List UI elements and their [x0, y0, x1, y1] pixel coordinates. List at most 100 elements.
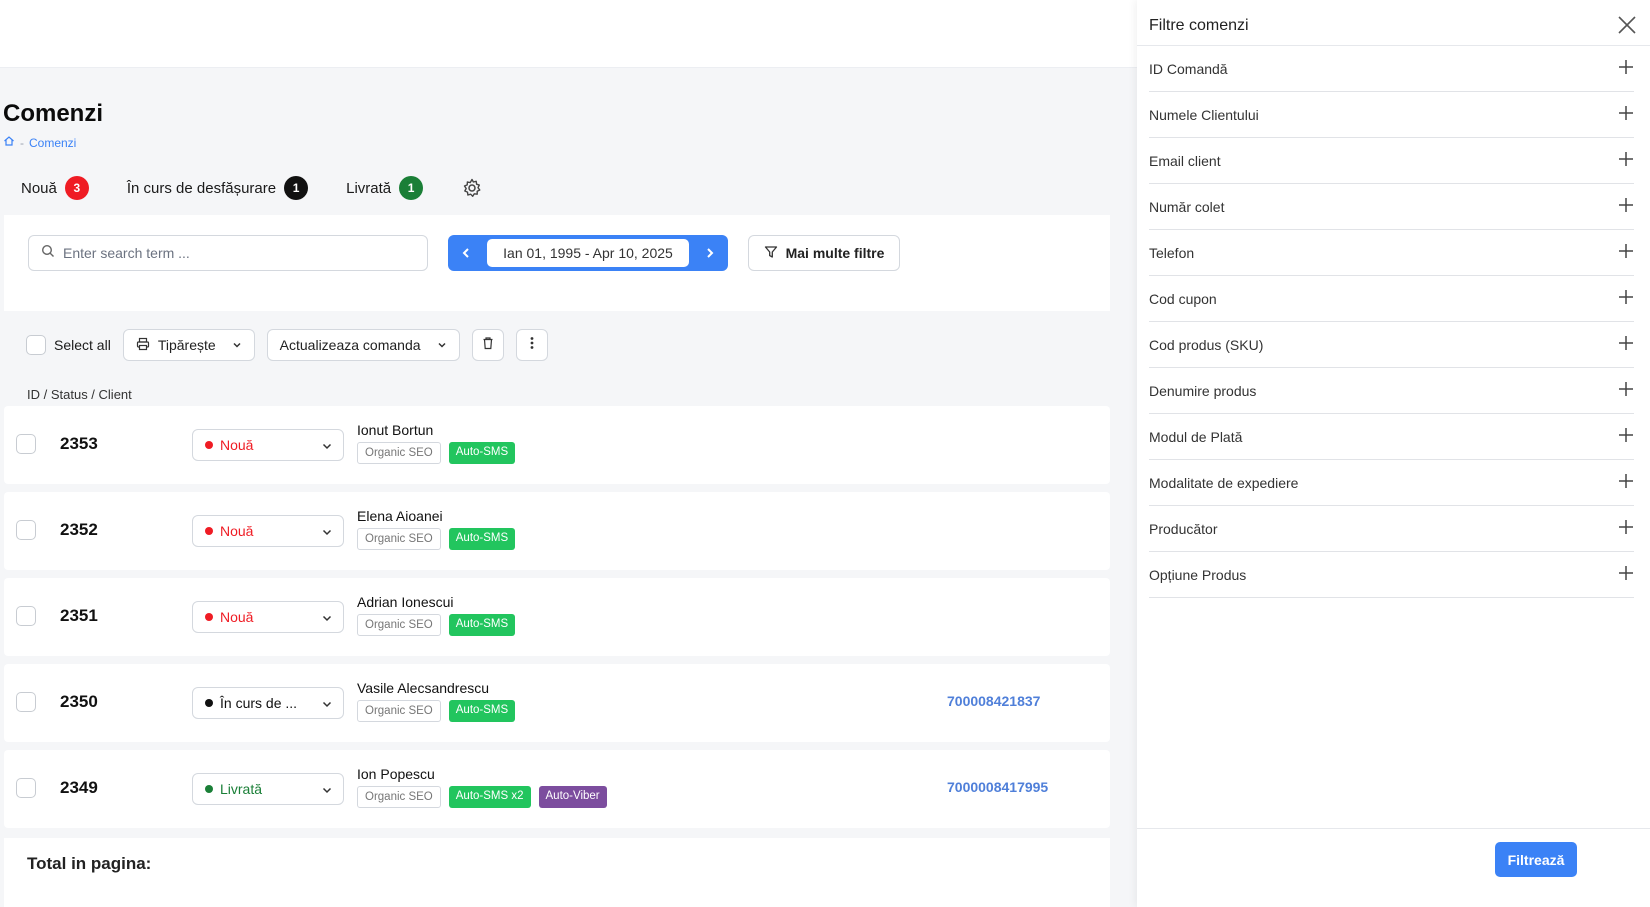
status-dropdown[interactable]: Nouă [192, 515, 344, 547]
filter-item[interactable]: Cod cupon [1149, 276, 1634, 322]
plus-icon[interactable] [1618, 59, 1634, 78]
select-all-checkbox[interactable] [26, 335, 46, 355]
home-icon[interactable] [3, 135, 15, 150]
tab-in-progress[interactable]: În curs de desfășurare 1 [127, 176, 309, 200]
order-id[interactable]: 2349 [60, 778, 98, 798]
filter-item-label: ID Comandă [1149, 60, 1228, 77]
tracking-number-link[interactable]: 7000008417995 [947, 779, 1048, 795]
order-id[interactable]: 2350 [60, 692, 98, 712]
status-dropdown[interactable]: Nouă [192, 429, 344, 461]
plus-icon[interactable] [1618, 335, 1634, 354]
row-checkbox[interactable] [16, 778, 36, 798]
page-title: Comenzi [3, 100, 104, 127]
filter-item[interactable]: Cod produs (SKU) [1149, 322, 1634, 368]
close-icon[interactable] [1616, 14, 1638, 36]
table-row[interactable]: 2353 Nouă Ionut Bortun Organic SEO Auto-… [4, 406, 1110, 484]
table-row[interactable]: 2352 Nouă Elena Aioanei Organic SEO Auto… [4, 492, 1110, 570]
filter-item[interactable]: Telefon [1149, 230, 1634, 276]
filter-item-label: Număr colet [1149, 198, 1225, 215]
plus-icon[interactable] [1618, 243, 1634, 262]
panel-title: Filtre comenzi [1149, 17, 1249, 34]
print-dropdown[interactable]: Tipărește [122, 329, 255, 361]
printer-icon [136, 337, 150, 354]
filter-item[interactable]: Numele Clientului [1149, 92, 1634, 138]
tag: Auto-SMS [448, 442, 516, 464]
tracking-number-link[interactable]: 700008421837 [947, 693, 1040, 709]
count-badge: 1 [399, 176, 424, 200]
breadcrumb: - Comenzi [3, 135, 76, 150]
status-label: În curs de ... [220, 695, 298, 711]
tab-label: Livrată [346, 179, 392, 197]
count-badge: 3 [64, 176, 89, 200]
select-all-label: Select all [54, 337, 111, 353]
row-checkbox[interactable] [16, 606, 36, 626]
filter-item-label: Producător [1149, 520, 1218, 537]
status-tabs: Nouă 3 În curs de desfășurare 1 Livrată … [21, 176, 483, 200]
tag: Organic SEO [357, 528, 441, 550]
row-checkbox[interactable] [16, 434, 36, 454]
filter-item[interactable]: Modul de Plată [1149, 414, 1634, 460]
table-row[interactable]: 2349 Livrată Ion Popescu Organic SEO Aut… [4, 750, 1110, 828]
chevron-right-icon[interactable] [698, 241, 722, 265]
breadcrumb-current[interactable]: Comenzi [29, 136, 76, 150]
table-row[interactable]: 2350 În curs de ... Vasile Alecsandrescu… [4, 664, 1110, 742]
filter-item-label: Telefon [1149, 244, 1195, 261]
plus-icon[interactable] [1618, 473, 1634, 492]
chevron-down-icon [232, 337, 242, 353]
filter-item[interactable]: ID Comandă [1149, 46, 1634, 92]
client-name: Elena Aioanei [357, 508, 443, 524]
tag-list: Organic SEO Auto-SMS [357, 528, 516, 550]
date-range-value[interactable]: Ian 01, 1995 - Apr 10, 2025 [487, 239, 689, 267]
table-row[interactable]: 2351 Nouă Adrian Ionescui Organic SEO Au… [4, 578, 1110, 656]
more-actions-button[interactable] [515, 329, 548, 361]
tag: Auto-Viber [538, 786, 607, 808]
delete-button[interactable] [471, 329, 504, 361]
tab-noua[interactable]: Nouă 3 [21, 176, 89, 200]
page-total-row: Total in pagina: [4, 838, 1110, 907]
plus-icon[interactable] [1618, 197, 1634, 216]
plus-icon[interactable] [1618, 289, 1634, 308]
plus-icon[interactable] [1618, 565, 1634, 584]
status-dot [205, 441, 213, 449]
update-order-dropdown[interactable]: Actualizeaza comanda [266, 329, 460, 361]
order-id[interactable]: 2353 [60, 434, 98, 454]
client-name: Ion Popescu [357, 766, 435, 782]
row-checkbox[interactable] [16, 692, 36, 712]
gear-icon[interactable] [461, 177, 483, 199]
print-label: Tipărește [157, 337, 216, 353]
tab-label: Nouă [21, 179, 57, 197]
order-id[interactable]: 2351 [60, 606, 98, 626]
tab-delivered[interactable]: Livrată 1 [346, 176, 424, 200]
search-input[interactable] [63, 245, 415, 261]
plus-icon[interactable] [1618, 381, 1634, 400]
tag-list: Organic SEO Auto-SMS [357, 614, 516, 636]
filter-item-label: Email client [1149, 152, 1221, 169]
plus-icon[interactable] [1618, 105, 1634, 124]
filter-item[interactable]: Opțiune Produs [1149, 552, 1634, 598]
breadcrumb-separator: - [20, 135, 24, 150]
filter-item[interactable]: Denumire produs [1149, 368, 1634, 414]
filter-item-label: Numele Clientului [1149, 106, 1259, 123]
plus-icon[interactable] [1618, 151, 1634, 170]
filter-item[interactable]: Modalitate de expediere [1149, 460, 1634, 506]
filter-icon [764, 245, 778, 262]
status-dropdown[interactable]: Nouă [192, 601, 344, 633]
filter-item-label: Denumire produs [1149, 382, 1257, 399]
status-dropdown[interactable]: Livrată [192, 773, 344, 805]
filter-item[interactable]: Număr colet [1149, 184, 1634, 230]
plus-icon[interactable] [1618, 427, 1634, 446]
tag: Auto-SMS [448, 614, 516, 636]
status-dropdown[interactable]: În curs de ... [192, 687, 344, 719]
filter-item[interactable]: Producător [1149, 506, 1634, 552]
search-icon [41, 244, 55, 263]
more-filters-button[interactable]: Mai multe filtre [748, 235, 900, 271]
select-all[interactable]: Select all [26, 335, 111, 355]
order-id[interactable]: 2352 [60, 520, 98, 540]
chevron-left-icon[interactable] [454, 241, 478, 265]
tag: Organic SEO [357, 786, 441, 808]
more-vertical-icon [525, 336, 539, 355]
filter-item[interactable]: Email client [1149, 138, 1634, 184]
apply-filter-button[interactable]: Filtrează [1495, 842, 1577, 877]
row-checkbox[interactable] [16, 520, 36, 540]
plus-icon[interactable] [1618, 519, 1634, 538]
